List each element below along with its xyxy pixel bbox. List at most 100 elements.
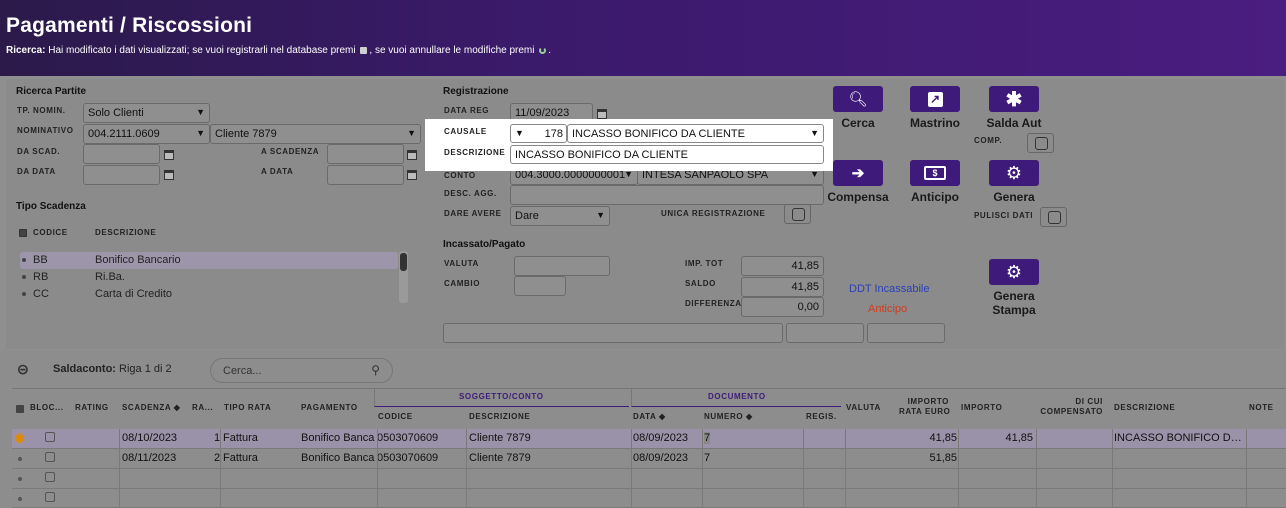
bullet-icon: [22, 292, 26, 296]
imp-tot-input[interactable]: 41,85: [741, 256, 824, 276]
item-desc: Bonifico Bancario: [95, 254, 181, 266]
anticipo-label[interactable]: Anticipo: [899, 190, 971, 204]
col-data[interactable]: DATA ◆: [633, 412, 666, 421]
genera-stampa-line2: Stampa: [992, 303, 1036, 317]
bullet-icon: [18, 457, 22, 461]
col-di-cui-compensato[interactable]: DI CUI COMPENSATO: [1037, 397, 1103, 417]
col-tipo-rata[interactable]: TIPO RATA: [224, 403, 271, 412]
col-bloc[interactable]: BLOC...: [30, 403, 64, 412]
row-checkbox[interactable]: [45, 452, 55, 462]
select-all-checkbox[interactable]: [16, 405, 24, 413]
database-save-icon[interactable]: [360, 46, 368, 54]
unica-registrazione-checkbox[interactable]: [784, 204, 811, 224]
item-code: RB: [33, 271, 49, 283]
saldo-input[interactable]: 41,85: [741, 277, 824, 297]
tp-nomin-select[interactable]: Solo Clienti: [83, 103, 210, 123]
bullet-icon: [18, 477, 22, 481]
list-scrollbar[interactable]: [399, 251, 408, 303]
pulisci-dati-label: PULISCI DATI: [974, 211, 1034, 220]
compensa-button[interactable]: ➔: [833, 160, 883, 186]
genera-label[interactable]: Genera: [979, 190, 1049, 204]
col-numero[interactable]: NUMERO ◆: [704, 412, 753, 421]
cerca-label[interactable]: Cerca: [823, 116, 893, 130]
ddt-incassabile-link[interactable]: DDT Incassabile: [849, 283, 930, 295]
table-row[interactable]: ✱ 08/10/2023 1 Fattura Bonifico Bancario…: [12, 429, 1286, 449]
calendar-icon[interactable]: [164, 150, 174, 160]
nominativo-code-select[interactable]: 004.2111.0609: [83, 124, 210, 144]
pulisci-dati-checkbox[interactable]: [1040, 207, 1067, 227]
mastrino-button[interactable]: ↗: [910, 86, 960, 112]
table-row[interactable]: 08/11/2023 2 Fattura Bonifico Bancario 0…: [12, 449, 1286, 469]
causale-code-select[interactable]: ▼ 178: [510, 124, 567, 143]
row-checkbox[interactable]: [45, 472, 55, 482]
col-scadenza[interactable]: SCADENZA ◆: [122, 403, 181, 412]
scrollbar-thumb[interactable]: [400, 253, 407, 271]
col-ra[interactable]: RA...: [192, 403, 213, 412]
collapse-icon[interactable]: ⊝: [17, 361, 29, 378]
list-item[interactable]: RB Ri.Ba.: [20, 269, 398, 286]
row-checkbox[interactable]: [45, 432, 55, 442]
table-row[interactable]: [12, 489, 1286, 508]
comp-label: COMP.: [974, 136, 1003, 145]
genera-stampa-label[interactable]: Genera Stampa: [979, 289, 1049, 317]
col-descrizione[interactable]: DESCRIZIONE: [469, 412, 530, 421]
cell-numero[interactable]: 7: [704, 432, 711, 444]
calendar-icon[interactable]: [407, 170, 417, 180]
search-icon[interactable]: ⚲: [371, 363, 380, 377]
undo-icon[interactable]: [539, 46, 547, 54]
col-valuta[interactable]: VALUTA: [846, 403, 881, 412]
calendar-icon[interactable]: [164, 170, 174, 180]
da-data-input[interactable]: [83, 165, 160, 185]
col-codice[interactable]: CODICE: [378, 412, 413, 421]
col-importo-rata[interactable]: IMPORTO RATA EURO: [899, 397, 950, 417]
descrizione-label: DESCRIZIONE: [444, 148, 506, 157]
desc-agg-input[interactable]: [510, 185, 824, 205]
compensa-label[interactable]: Compensa: [821, 190, 895, 204]
footer-field-1[interactable]: [443, 323, 783, 343]
cell-data: 08/09/2023: [633, 432, 689, 444]
dare-avere-select[interactable]: Dare: [510, 206, 610, 226]
footer-field-2[interactable]: [786, 323, 864, 343]
cerca-button[interactable]: 🔍︎: [833, 86, 883, 112]
causale-desc-select[interactable]: INCASSO BONIFICO DA CLIENTE: [567, 124, 824, 143]
table-row[interactable]: [12, 469, 1286, 489]
genera-button[interactable]: ⚙: [989, 160, 1039, 186]
item-code: CC: [33, 288, 49, 300]
a-data-input[interactable]: [327, 165, 404, 185]
anticipo-link[interactable]: Anticipo: [868, 303, 907, 315]
nominativo-name-select[interactable]: Cliente 7879: [210, 124, 421, 144]
calendar-icon[interactable]: [407, 150, 417, 160]
desc-agg-label: DESC. AGG.: [444, 189, 497, 198]
differenza-input[interactable]: 0,00: [741, 297, 824, 317]
cambio-label: CAMBIO: [444, 279, 481, 288]
cell-codice: 0503070609: [377, 452, 439, 464]
footer-field-3[interactable]: [867, 323, 945, 343]
row-checkbox[interactable]: [45, 492, 55, 502]
col-pagamento[interactable]: PAGAMENTO: [301, 403, 358, 412]
col-descrizione-2[interactable]: DESCRIZIONE: [1114, 403, 1175, 412]
salda-aut-button[interactable]: ✱: [989, 86, 1039, 112]
col-importo[interactable]: IMPORTO: [961, 403, 1002, 412]
descrizione-input[interactable]: INCASSO BONIFICO DA CLIENTE: [510, 145, 824, 164]
cell-pagamento: Bonifico Bancario: [301, 452, 375, 464]
col-note[interactable]: NOTE: [1249, 403, 1274, 412]
mastrino-label[interactable]: Mastrino: [899, 116, 971, 130]
da-scad-input[interactable]: [83, 144, 160, 164]
valuta-input[interactable]: [514, 256, 610, 276]
a-scadenza-input[interactable]: [327, 144, 404, 164]
calendar-icon[interactable]: [597, 109, 607, 119]
cell-descrizione: Cliente 7879: [469, 452, 531, 464]
item-code: BB: [33, 254, 48, 266]
list-item[interactable]: CC Carta di Credito: [20, 286, 398, 303]
page-header: Pagamenti / Riscossioni Ricerca: Hai mod…: [0, 0, 1286, 76]
list-item[interactable]: BB Bonifico Bancario: [20, 252, 398, 269]
genera-stampa-button[interactable]: ⚙: [989, 259, 1039, 285]
anticipo-button[interactable]: $: [910, 160, 960, 186]
comp-checkbox[interactable]: [1027, 133, 1054, 153]
cambio-input[interactable]: [514, 276, 566, 296]
col-regis[interactable]: REGIS.: [806, 412, 837, 421]
select-all-checkbox[interactable]: [19, 229, 27, 237]
col-rating[interactable]: RATING: [75, 403, 109, 412]
salda-aut-label[interactable]: Salda Aut: [979, 116, 1049, 130]
table-search-input[interactable]: Cerca... ⚲: [210, 358, 393, 383]
